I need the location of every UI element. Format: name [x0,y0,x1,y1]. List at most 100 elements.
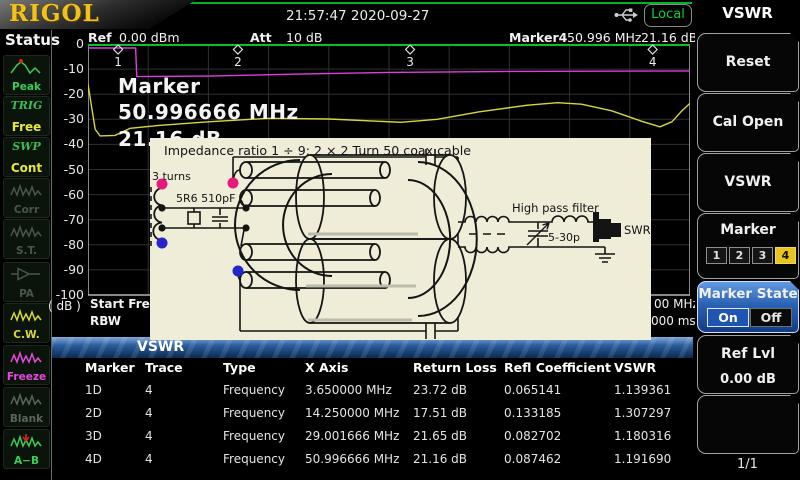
menu-title: VSWR [695,4,800,22]
s-t--waveform-icon [9,223,43,239]
marker-number-button-3[interactable]: 3 [752,247,773,264]
rc-label: 5R6 510pF [176,192,235,205]
table-cell-r4c3: Frequency [223,452,285,466]
swr-output-label: SWR [624,223,651,237]
y-tick-0: 0 [46,36,84,51]
y-tick--60: -60 [46,187,84,202]
vswr-button[interactable]: VSWR [697,153,799,212]
table-cell-r3c2: 4 [145,429,153,443]
ref-lvl-value: 0.00 dB [698,372,798,387]
table-cell-r2c6: 0.133185 [504,406,561,420]
status-item-c-w-: C.W. [3,303,50,343]
blue-terminal-dot-2 [233,266,244,277]
c-w--waveform-icon [9,307,43,323]
input-coil [151,179,168,251]
status-item-free: TRIG Free [3,96,50,136]
table-cell-r3c4: 29.001666 MHz [305,429,399,443]
marker-number-label: 3 [406,55,414,69]
rbw-label: RBW [90,314,121,328]
status-item-corr: Corr [3,178,50,218]
swr-connector [593,212,621,242]
ground-symbol [595,247,615,262]
softkey-menu: VSWR Reset Cal Open VSWR Marker 1234 Mar… [695,0,800,480]
table-cell-r2c1: 2D [85,406,102,420]
marker4-label: Marker4 [509,30,567,45]
marker-number-button-4[interactable]: 4 [775,247,796,264]
y-tick--40: -40 [46,136,84,151]
reset-button[interactable]: Reset [697,33,799,92]
freeze-waveform-icon [9,349,43,365]
vswr-banner: VSWR [52,337,693,358]
status-item-label: S.T. [4,245,49,257]
status-tag-trig: TRIG [4,99,49,112]
table-cell-r4c5: 21.16 dB [413,452,467,466]
status-item-label: Corr [4,204,49,216]
marker-select-button[interactable]: Marker 1234 [697,213,799,279]
reset-button-label: Reset [698,54,798,70]
empty-softkey-button[interactable] [697,395,799,454]
y-tick--30: -30 [46,111,84,126]
status-item-freeze: Freeze [3,345,50,385]
marker-state-off[interactable]: Off [750,308,792,327]
turns-label: 3 turns [152,170,191,183]
marker-number-button-1[interactable]: 1 [706,247,727,264]
table-cell-r1c4: 3.650000 MHz [305,383,392,397]
rc-network [162,208,246,228]
marker-number-label: 1 [114,55,122,69]
pa-waveform-icon [9,266,43,282]
marker-diamond-4[interactable] [648,45,657,54]
analyzer-screen: RIGOL 21:57:47 2020-09-27 Local Status P… [0,0,800,480]
status-item-label: Freeze [4,371,49,383]
y-tick--70: -70 [46,212,84,227]
vswr-button-label: VSWR [698,174,798,190]
y-unit-label: ( dB ) [48,299,81,313]
cal-open-button[interactable]: Cal Open [697,93,799,152]
status-item-label: Free [4,120,49,134]
marker-number-button-2[interactable]: 2 [729,247,750,264]
table-cell-r4c6: 0.087462 [504,452,561,466]
page-indicator: 1/1 [695,457,800,472]
att-value: 10 dB [286,30,322,45]
ref-lvl-button[interactable]: Ref Lvl 0.00 dB [697,335,799,394]
ref-lvl-label: Ref Lvl [698,346,798,362]
table-cell-r1c3: Frequency [223,383,285,397]
marker-table: MarkerTraceTypeX AxisReturn LossRefl Coe… [52,356,693,480]
table-header-vswr: VSWR [614,360,656,375]
marker-diamond-3[interactable] [406,45,415,54]
marker-state-on[interactable]: On [707,308,749,327]
status-item-pa: PA [3,262,50,302]
y-axis-ticks: 0-10-20-30-40-50-60-70-80-90-100 [46,44,84,296]
marker-state-label: Marker State [698,286,798,302]
table-header-type: Type [223,360,256,375]
marker-diamond-1[interactable] [114,45,123,54]
table-header-trace: Trace [145,360,183,375]
blue-terminal-dot [157,238,168,249]
status-item-label: Peak [4,81,49,93]
table-header-refl-coefficient: Refl Coefficient [504,360,611,375]
peak-waveform-icon [9,59,43,75]
status-item-a-b: A−B [3,429,50,469]
local-button[interactable]: Local [644,4,692,27]
sweep-time-remnant: 000 ms [651,314,696,328]
y-tick--20: -20 [46,86,84,101]
table-cell-r1c7: 1.139361 [614,383,671,397]
table-cell-r2c2: 4 [145,406,153,420]
att-label: Att [250,30,272,45]
blank-waveform-icon [9,391,43,407]
table-cell-r1c2: 4 [145,383,153,397]
table-cell-r2c4: 14.250000 MHz [305,406,399,420]
table-cell-r4c4: 50.996666 MHz [305,452,399,466]
hpf-label: High pass filter [512,201,599,215]
table-header-x-axis: X Axis [305,360,348,375]
marker-state-button[interactable]: Marker State On Off [697,281,799,333]
table-cell-r3c3: Frequency [223,429,285,443]
stop-freq-remnant: 00 MHz [654,297,699,311]
marker-diamond-2[interactable] [233,45,242,54]
table-cell-r1c5: 23.72 dB [413,383,467,397]
pink-terminal-dot-2 [228,178,239,189]
table-cell-r3c1: 3D [85,429,102,443]
marker-select-label: Marker [698,222,798,238]
table-header-marker: Marker [85,360,135,375]
status-item-blank: Blank [3,387,50,427]
clock: 21:57:47 2020-09-27 [286,8,429,24]
